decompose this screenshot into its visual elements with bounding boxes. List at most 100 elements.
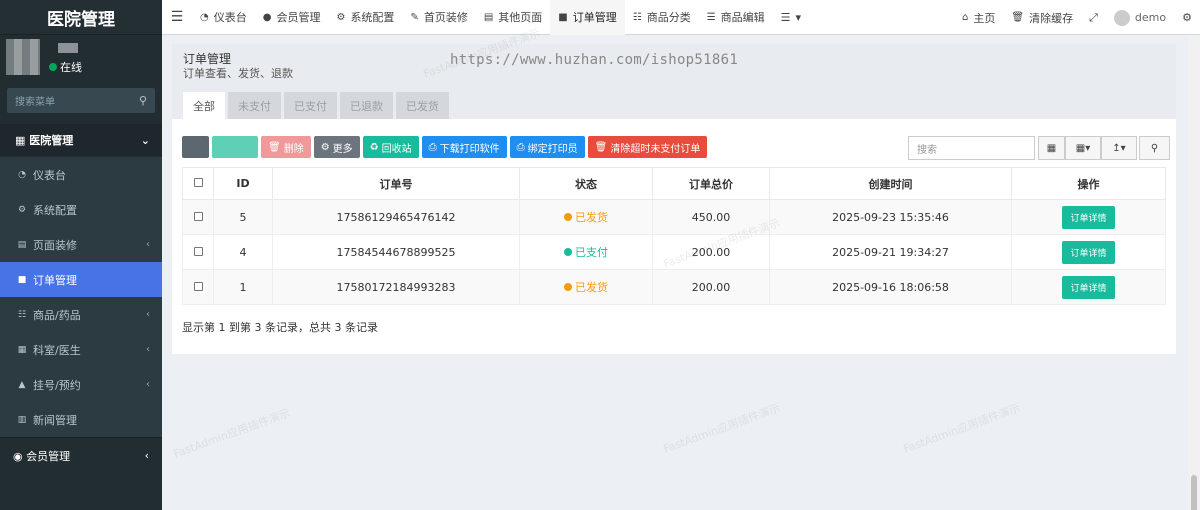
more-button[interactable]: ⚙ 更多 [313,136,360,158]
status-label: 已发货 [575,281,608,294]
file-icon: ■ [17,274,27,285]
top-tab-label: 订单管理 [572,11,617,24]
table-row[interactable]: 4 17584544678899525 已支付 200.00 2025-09-2… [182,234,1166,270]
sidebar-item[interactable]: ■ 订单管理 [0,262,162,297]
top-tab[interactable]: ⚙ 系统配置 [328,0,402,35]
calendar-icon: ▦ [17,344,27,355]
export-button[interactable]: ↥▾ [1101,136,1137,160]
news-icon: ▥ [17,414,27,425]
chevron-left-icon: ‹ [146,239,150,250]
menu-search-input[interactable]: 搜索菜单 ⚲ [7,88,155,113]
pagination-info: 显示第 1 到第 3 条记录，总共 3 条记录 [182,321,378,334]
sidebar-item-members[interactable]: ◉ 会员管理 ‹ [0,437,162,473]
top-tab[interactable]: ■ 订单管理 [550,0,625,35]
select-all-cell [182,167,214,200]
sidebar-item[interactable]: ▥ 新闻管理 [0,402,162,437]
col-created[interactable]: 创建时间 [769,167,1012,200]
status-tab[interactable]: 已退款 [340,92,393,119]
top-tab[interactable]: ✎ 首页装修 [402,0,475,35]
recycle-bin-button[interactable]: ♻ 回收站 [362,136,419,158]
download-label: 下载打印软件 [439,143,500,155]
status-tab[interactable]: 已支付 [284,92,337,119]
fullscreen-button[interactable]: ⤢ [1081,0,1106,35]
order-detail-button[interactable]: 订单详情 [1062,205,1115,229]
top-tab-label: 仪表台 [213,11,247,24]
columns-icon: ▦▾ [1075,142,1091,154]
sidebar-item[interactable]: ▤ 页面装修 ‹ [0,227,162,262]
list-icon: ☰ [780,10,791,24]
status-tab[interactable]: 全部 [183,92,225,119]
col-order-no[interactable]: 订单号 [272,167,520,200]
sidebar-item[interactable]: ◔ 仪表台 [0,157,162,192]
sidebar-item[interactable]: ▲ 挂号/预约 ‹ [0,367,162,402]
home-link[interactable]: ⌂ 主页 [954,0,1003,35]
sidebar-item[interactable]: ☷ 商品/药品 ‹ [0,297,162,332]
order-detail-button[interactable]: 订单详情 [1062,240,1115,264]
more-tabs-dropdown[interactable]: ☰ ▾ [773,0,809,35]
row-checkbox[interactable] [193,211,203,221]
user-menu[interactable]: demo [1106,0,1174,35]
search-icon[interactable]: ⚲ [139,94,147,107]
cell-created: 2025-09-23 15:35:46 [769,199,1012,235]
menu-toggle-icon[interactable]: ☰ [162,9,192,25]
sidebar: 医院管理 在线 搜索菜单 ⚲ ▦ 医院管理 ⌄ ◔ 仪表台 ⚙ 系统配置 ▤ 页… [0,0,162,510]
clear-cache-label: 清除缓存 [1029,11,1074,25]
col-id[interactable]: ID [213,167,273,200]
clear-cache-button[interactable]: 🗑 清除缓存 [1003,0,1081,35]
status-tab[interactable]: 未支付 [228,92,281,119]
sidebar-item-label: 页面装修 [33,238,77,252]
page-subtitle: 订单查看、发货、退款 [183,67,293,80]
cell-status: 已发货 [519,269,653,305]
user-name [58,43,78,53]
status-badge: 已发货 [564,279,608,295]
refresh-button[interactable] [182,136,209,158]
sidebar-item[interactable]: ⚙ 系统配置 [0,192,162,227]
app-logo[interactable]: 医院管理 [0,0,162,35]
status-tab[interactable]: 已发货 [396,92,449,119]
nav-right: ⌂ 主页 🗑 清除缓存 ⤢ demo ⚙ [954,0,1200,35]
gear-icon: ⚙ [336,11,346,23]
col-total[interactable]: 订单总价 [652,167,770,200]
chevron-left-icon: ‹ [144,449,149,462]
print-icon: ⎙ [516,141,525,153]
online-status: 在线 [49,59,82,75]
top-tab[interactable]: ▤ 其他页面 [476,0,550,35]
download-print-software-button[interactable]: ⎙ 下载打印软件 [421,136,507,158]
col-status[interactable]: 状态 [519,167,653,200]
sidebar-item-label: 系统配置 [33,203,77,217]
toggle-view-button[interactable]: ▦ [1038,136,1065,160]
table-search-input[interactable]: 搜索 [908,136,1035,160]
watermark-text: FastAdmin应用插件演示 [661,401,782,456]
search-icon: ⚲ [1150,142,1159,154]
top-tab[interactable]: ◔ 仪表台 [192,0,255,35]
order-detail-button[interactable]: 订单详情 [1062,275,1115,299]
select-all-checkbox[interactable] [193,178,203,187]
row-checkbox[interactable] [193,246,203,256]
table-row[interactable]: 1 17580172184993283 已发货 200.00 2025-09-1… [182,269,1166,305]
user-avatar [1113,9,1130,26]
cell-status: 已支付 [519,234,653,270]
top-tab[interactable]: ● 会员管理 [255,0,329,35]
sidebar-item[interactable]: ▦ 科室/医生 ‹ [0,332,162,367]
page-scrollbar[interactable] [1188,35,1200,510]
top-tab[interactable]: ☷ 商品分类 [625,0,699,35]
sidebar-group-hospital[interactable]: ▦ 医院管理 ⌄ [0,124,162,156]
cell-action: 订单详情 [1011,199,1166,235]
row-checkbox[interactable] [193,281,203,291]
scrollbar-thumb[interactable] [1191,475,1197,510]
menu-search-placeholder: 搜索菜单 [15,97,55,108]
watermark-text: FastAdmin应用插件演示 [901,401,1022,456]
delete-button[interactable]: 🗑 删除 [261,136,311,158]
advanced-search-button[interactable]: ⚲ [1139,136,1170,160]
top-tab[interactable]: ☰ 商品编辑 [699,0,773,35]
status-badge: 已支付 [564,244,608,260]
table-row[interactable]: 5 17586129465476142 已发货 450.00 2025-09-2… [182,199,1166,235]
settings-button[interactable]: ⚙ [1174,0,1200,35]
top-nav: ☰ ◔ 仪表台 ● 会员管理 ⚙ 系统配置 ✎ 首页装修 ▤ 其他页面 ■ 订单管理 ☷ 商品分类 ☰ 商品编… [162,0,1200,35]
watermark-url: https://www.huzhan.com/ishop51861 [450,52,739,68]
status-label: 已支付 [575,246,608,259]
add-button[interactable] [212,136,258,158]
clear-unpaid-orders-button[interactable]: 🗑 清除超时未支付订单 [587,136,708,158]
columns-button[interactable]: ▦▾ [1065,136,1101,160]
bind-printer-button[interactable]: ⎙ 绑定打印员 [509,136,585,158]
